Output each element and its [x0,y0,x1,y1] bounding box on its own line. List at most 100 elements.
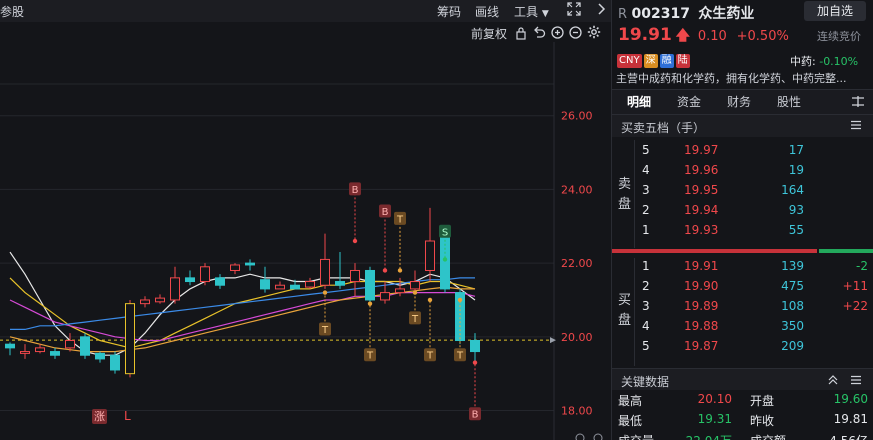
candle[interactable] [335,281,345,286]
tab-finance[interactable]: 财务 [714,90,764,114]
signal-label: T [396,214,404,225]
chips-button[interactable]: 筹码 [437,3,461,20]
candle[interactable] [170,277,180,301]
keydata-value: 19.31 [697,412,732,426]
tab-funds[interactable]: 资金 [664,90,714,114]
candle[interactable] [95,352,105,360]
price-adjust-select[interactable]: 前复权 [471,25,507,42]
keydata-header: 关键数据 [612,368,873,390]
keydata-value: 20.10 [697,392,732,406]
chevron-up-icon[interactable] [827,374,839,388]
zoom-reset-icon[interactable] [575,433,585,440]
signal-dot [352,238,358,244]
keydata-value: 22.04万 [672,432,732,440]
company-description[interactable]: 主营中成药和化学药，拥有化学药、中药完整... [616,70,870,86]
candle[interactable] [410,281,420,290]
chart-left-label[interactable]: 参股 [0,3,24,20]
candle[interactable] [275,284,285,290]
candle[interactable] [320,258,330,286]
side-divider [634,140,635,248]
sell-order-row[interactable]: 5 19.97 17 [642,141,868,161]
candle[interactable] [290,284,300,290]
candle[interactable] [425,240,435,271]
candle[interactable] [65,340,75,349]
candle[interactable] [35,347,45,353]
add-watchlist-button[interactable]: 加自选 [804,1,866,21]
order-price: 19.93 [684,223,719,237]
buy-order-row[interactable]: 4 19.88 350 [642,317,868,337]
candle[interactable] [20,351,30,354]
undo-icon[interactable] [533,26,546,42]
order-level: 3 [642,299,650,313]
candle[interactable] [80,336,90,356]
sell-side-label: 卖 盘 [618,175,631,215]
gear-icon[interactable] [593,433,603,440]
tab-detail[interactable]: 明细 [614,90,664,114]
signal-label: T [411,314,419,325]
candle[interactable] [140,299,150,305]
order-volume: 475 [781,279,804,293]
signal-label: T [456,351,464,362]
order-level: 5 [642,339,650,353]
menu-icon[interactable] [850,119,862,134]
keydata-title: 关键数据 [621,375,670,389]
stock-terminal: 参股 筹码 画线 工具 ▼ 前复权 26.00 24.00 22.00 20.0… [0,0,873,440]
badge-rong[interactable]: 融 [659,54,674,68]
candle[interactable] [5,343,15,349]
badge-cny[interactable]: CNY [617,54,642,68]
split-layout-icon[interactable] [851,95,865,111]
sell-order-row[interactable]: 1 19.93 55 [642,221,868,241]
order-price: 19.94 [684,203,719,217]
sector-label: 中药: [790,55,816,68]
candle[interactable] [230,264,240,271]
zoom-out-icon[interactable] [569,26,582,42]
candle[interactable] [110,354,120,371]
candle[interactable] [380,292,390,301]
sell-label-1: 卖 [618,177,632,192]
sell-order-row[interactable]: 4 19.96 19 [642,161,868,181]
moving-average-line [9,292,476,342]
candle[interactable] [395,288,405,294]
tools-button[interactable]: 工具 ▼ [514,3,549,20]
buy-order-row[interactable]: 2 19.90 475 +11 [642,277,868,297]
chart-toolbar: 参股 筹码 画线 工具 ▼ [0,0,611,22]
signal-label: S [442,227,448,238]
candlestick-chart[interactable]: 26.0024.0022.0020.0018.00BBTSTTTT TB涨 L [0,42,611,440]
buy-order-row[interactable]: 5 19.87 209 [642,337,868,357]
draw-line-button[interactable]: 画线 [475,3,499,20]
candle[interactable] [215,277,225,286]
signal-label: B [472,410,479,421]
candle[interactable] [260,279,270,290]
sector-quote[interactable]: 中药: -0.10% [790,53,858,69]
signal-dot [412,290,418,295]
sell-order-row[interactable]: 2 19.94 93 [642,201,868,221]
gear-icon[interactable] [587,25,601,42]
menu-icon[interactable] [850,374,862,389]
sell-order-row[interactable]: 3 19.95 164 [642,181,868,201]
candle[interactable] [155,297,165,303]
fullscreen-icon[interactable] [566,1,582,20]
candle[interactable] [305,281,315,288]
candle[interactable] [365,269,375,301]
buy-order-row[interactable]: 3 19.89 108 +22 [642,297,868,317]
collapse-panel-icon[interactable] [596,1,608,20]
tools-label: 工具 [514,5,539,19]
candle[interactable] [185,277,195,283]
tab-stock-nature[interactable]: 股性 [764,90,814,114]
zoom-in-icon[interactable] [551,26,564,42]
candle[interactable] [125,303,135,375]
signal-dot [442,257,448,262]
last-price-marker-icon [550,337,556,344]
candle[interactable] [350,269,360,283]
badge-shen[interactable]: 深 [643,54,658,68]
price-change-pct: +0.50% [736,29,789,44]
signal-dot [427,297,433,303]
candle[interactable] [200,266,210,283]
candle[interactable] [50,351,60,356]
badge-lu[interactable]: 陆 [675,54,690,68]
candle[interactable] [470,340,480,353]
lock-icon[interactable] [515,26,527,43]
buy-order-row[interactable]: 1 19.91 139 -2 [642,257,868,277]
keydata-label: 最低 [618,414,643,428]
candle[interactable] [245,262,255,266]
